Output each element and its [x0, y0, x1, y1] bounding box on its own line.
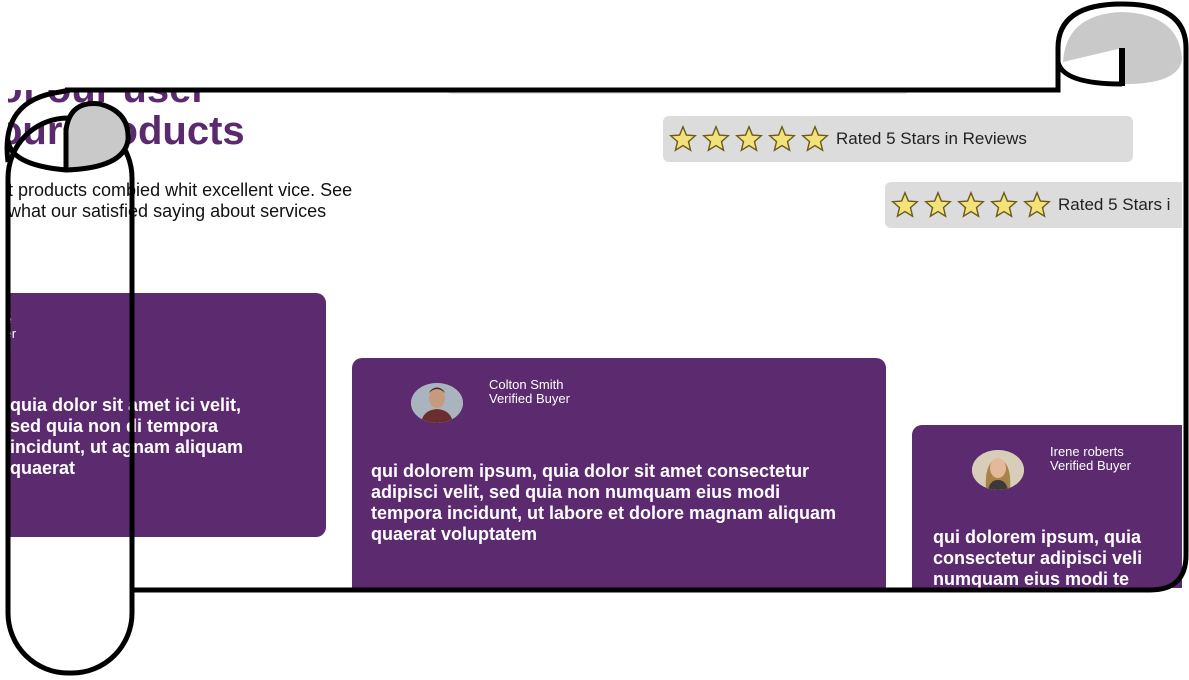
testimonial-quote: qui dolorem ipsum, quia dolor sit amet c…: [371, 461, 837, 544]
reviewer-role: Verified Buyer: [1050, 458, 1131, 473]
reviewer-info: Irene roberts Verified Buyer: [1050, 445, 1131, 473]
testimonials-page: of our user our products t products comb…: [8, 90, 1182, 588]
top-bar: [443, 90, 913, 94]
rating-label: Rated 5 Stars i: [1058, 195, 1171, 214]
title-line-2: our products: [8, 109, 245, 153]
avatar: [972, 450, 1024, 490]
testimonial-card: ce yer quia dolor sit amet ici velit, se…: [8, 293, 326, 537]
reviewer-role: Verified Buyer: [489, 391, 570, 406]
reviewer-name: Colton Smith: [489, 377, 564, 392]
rating-badge: Rated 5 Stars in Reviews: [663, 116, 1133, 162]
testimonial-quote: qui dolorem ipsum, quia consectetur adip…: [933, 527, 1143, 588]
title-line-1: of our user: [8, 90, 245, 110]
reviewer-info: ce yer: [8, 313, 16, 341]
star-icon: [891, 190, 919, 218]
testimonial-card: Colton Smith Verified Buyer qui dolorem …: [352, 358, 886, 588]
reviewer-role: yer: [8, 326, 17, 341]
person-photo: [972, 450, 1024, 490]
reviewer-name: ce: [8, 312, 12, 327]
testimonial-quote: quia dolor sit amet ici velit, sed quia …: [10, 395, 244, 478]
star-icon: [702, 124, 730, 152]
star-icon: [801, 124, 829, 152]
star-icon: [768, 124, 796, 152]
testimonial-card: Irene roberts Verified Buyer qui dolorem…: [912, 425, 1182, 588]
star-icon: [990, 190, 1018, 218]
star-icon: [957, 190, 985, 218]
intro-text: t products combied whit excellent vice. …: [8, 180, 353, 221]
person-photo: [411, 383, 463, 423]
rating-label: Rated 5 Stars in Reviews: [836, 129, 1027, 148]
star-icon: [924, 190, 952, 218]
star-icon: [735, 124, 763, 152]
avatar: [411, 383, 463, 423]
reviewer-info: Colton Smith Verified Buyer: [489, 378, 570, 406]
rating-badge: Rated 5 Stars i: [885, 182, 1182, 228]
page-title: of our user our products: [8, 90, 245, 152]
scroll-frame: of our user our products t products comb…: [0, 0, 1189, 680]
star-icon: [669, 124, 697, 152]
reviewer-name: Irene roberts: [1050, 444, 1124, 459]
star-icon: [1023, 190, 1051, 218]
